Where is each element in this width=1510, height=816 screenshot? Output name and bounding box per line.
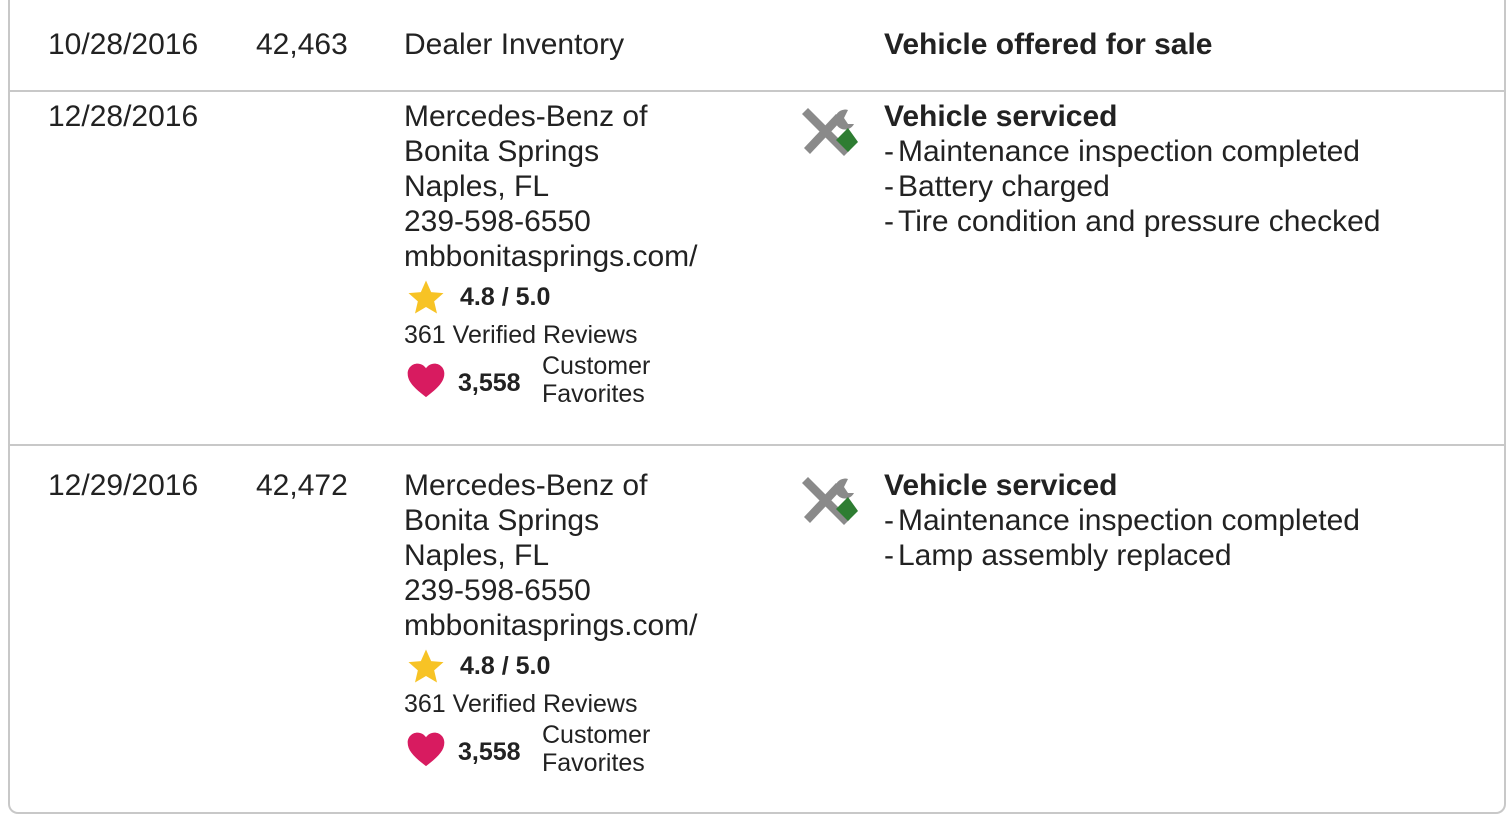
- dealer-location: Naples, FL: [404, 539, 550, 572]
- row-date: 12/29/2016: [48, 469, 199, 502]
- history-row: 12/29/2016 42,472 Mercedes-Benz of Bonit…: [10, 446, 1504, 812]
- vehicle-history-table: 10/28/2016 42,463 Dealer Inventory Vehic…: [8, 0, 1506, 814]
- tools-icon: [798, 104, 858, 164]
- dealer-location: Naples, FL: [404, 170, 550, 203]
- event-title: Vehicle serviced: [884, 100, 1118, 133]
- heart-icon: [407, 363, 445, 398]
- favorites-label: Customer Favorites: [542, 352, 651, 408]
- dealer-rating: 4.8 / 5.0: [404, 276, 784, 320]
- row-odometer: 42,472: [256, 469, 348, 502]
- row-date: 12/28/2016: [48, 100, 199, 133]
- dealer-website[interactable]: mbbonitasprings.com/: [404, 239, 784, 274]
- star-icon: [408, 280, 444, 314]
- dealer-name-line-2: Bonita Springs: [404, 504, 600, 537]
- rating-score: 4.8 / 5.0: [460, 283, 551, 311]
- dealer-phone[interactable]: 239-598-6550: [404, 204, 784, 239]
- row-odometer: 42,463: [256, 28, 348, 61]
- row-source: Dealer Inventory: [404, 28, 625, 61]
- favorites-count: 3,558: [458, 369, 521, 397]
- event-title: Vehicle offered for sale: [884, 28, 1213, 61]
- dealer-name-line-1: Mercedes-Benz of: [404, 469, 648, 502]
- dealer-website[interactable]: mbbonitasprings.com/: [404, 608, 784, 643]
- verified-reviews[interactable]: 361 Verified Reviews: [404, 320, 784, 350]
- dealer-rating: 4.8 / 5.0: [404, 645, 784, 689]
- event-item: - Lamp assembly replaced: [884, 539, 1232, 572]
- favorites-count: 3,558: [458, 738, 521, 766]
- row-source: Mercedes-Benz of Bonita Springs Naples, …: [404, 99, 784, 414]
- star-icon: [408, 649, 444, 683]
- event-details: Vehicle serviced - Maintenance inspection…: [884, 468, 1360, 573]
- event-details: Vehicle serviced - Maintenance inspection…: [884, 99, 1381, 239]
- verified-reviews[interactable]: 361 Verified Reviews: [404, 689, 784, 719]
- row-source: Mercedes-Benz of Bonita Springs Naples, …: [404, 468, 784, 783]
- tools-icon: [798, 473, 858, 533]
- dealer-name-line-1: Mercedes-Benz of: [404, 100, 648, 133]
- customer-favorites: 3,558 Customer Favorites: [404, 719, 784, 783]
- row-date: 10/28/2016: [48, 28, 199, 61]
- rating-score: 4.8 / 5.0: [460, 652, 551, 680]
- dealer-phone[interactable]: 239-598-6550: [404, 573, 784, 608]
- event-title: Vehicle serviced: [884, 469, 1118, 502]
- history-row: 12/28/2016 Mercedes-Benz of Bonita Sprin…: [10, 90, 1504, 446]
- favorites-label: Customer Favorites: [542, 721, 651, 777]
- history-row: 10/28/2016 42,463 Dealer Inventory Vehic…: [10, 0, 1504, 92]
- event-item: - Tire condition and pressure checked: [884, 205, 1381, 238]
- dealer-name-line-2: Bonita Springs: [404, 135, 600, 168]
- event-item: - Maintenance inspection completed: [884, 135, 1360, 168]
- event-item: - Battery charged: [884, 170, 1110, 203]
- event-item: - Maintenance inspection completed: [884, 504, 1360, 537]
- heart-icon: [407, 732, 445, 767]
- customer-favorites: 3,558 Customer Favorites: [404, 350, 784, 414]
